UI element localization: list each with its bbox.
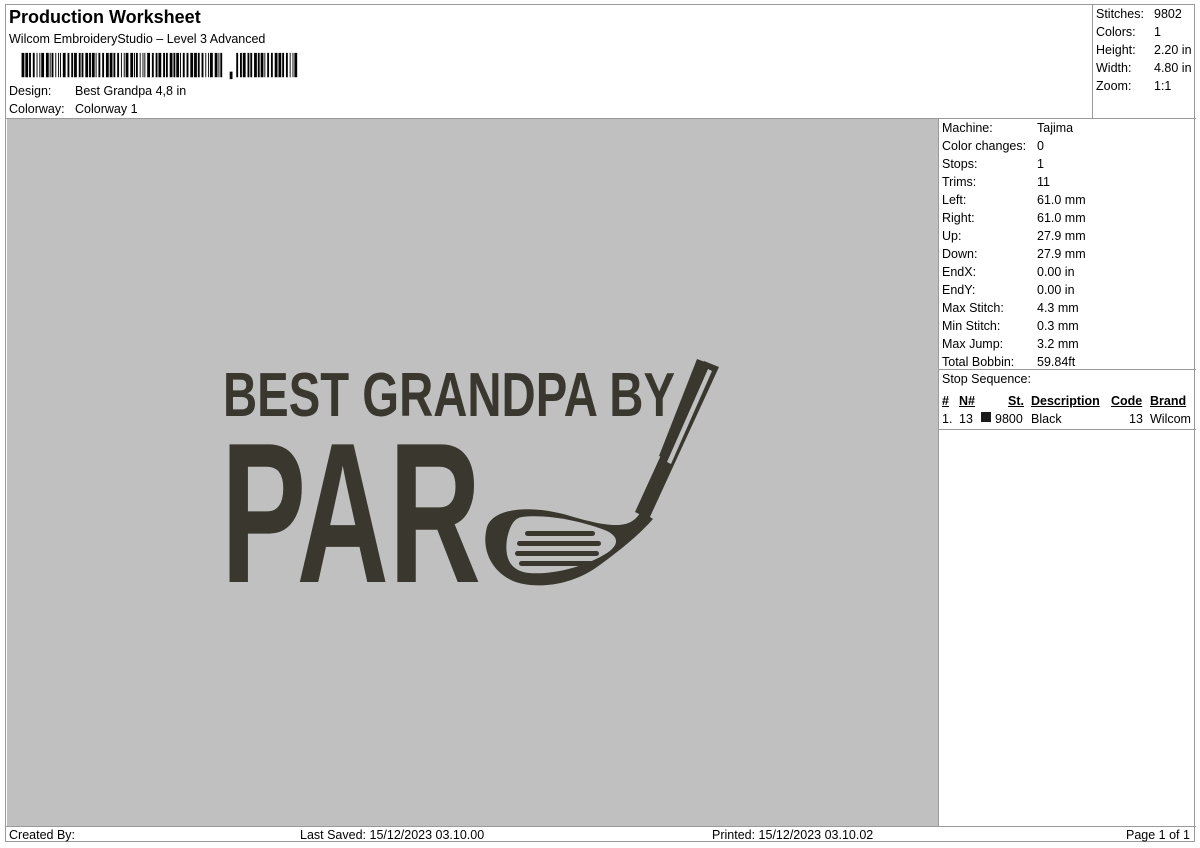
height-row: Height: 2.20 in	[1096, 43, 1192, 57]
colors-label: Colors:	[1096, 25, 1136, 39]
machine-info-row: Min Stitch: 0.3 mm	[942, 319, 1079, 333]
zoom-value: 1:1	[1154, 79, 1172, 93]
machine-info-label: Up:	[942, 229, 962, 243]
machine-info-label: Down:	[942, 247, 978, 261]
stitches-value: 9802	[1154, 7, 1182, 21]
col-code: Code	[1111, 394, 1143, 408]
last-saved: Last Saved: 15/12/2023 03.10.00	[300, 828, 485, 842]
colors-value: 1	[1154, 25, 1161, 39]
width-row: Width: 4.80 in	[1096, 61, 1192, 75]
color-swatch	[981, 412, 991, 422]
machine-info-row: Max Stitch: 4.3 mm	[942, 301, 1079, 315]
machine-info-panel: Machine: Tajima Color changes: 0 Stops: 1 Trim…	[939, 119, 1196, 826]
page-number: Page 1 of 1	[1126, 828, 1190, 842]
embroidery-design: BEST GRANDPA BY PAR	[221, 359, 719, 625]
machine-info-value: 11	[1037, 175, 1050, 189]
design-text-line2: PAR	[221, 402, 481, 625]
stitches-row: Stitches: 9802	[1096, 7, 1182, 21]
machine-info-label: Min Stitch:	[942, 319, 1001, 333]
machine-info-value: 3.2 mm	[1037, 337, 1079, 351]
machine-info-value: 0.00 in	[1037, 283, 1075, 297]
footer-divider	[6, 826, 1196, 827]
zoom-label: Zoom:	[1096, 79, 1132, 93]
width-value: 4.80 in	[1154, 61, 1192, 75]
machine-info-row: Color changes: 0	[942, 139, 1044, 153]
machine-info-value: 4.3 mm	[1037, 301, 1079, 315]
zoom-row: Zoom: 1:1	[1096, 79, 1171, 93]
height-label: Height:	[1096, 43, 1136, 57]
machine-info-label: EndY:	[942, 283, 976, 297]
colorway-value: Colorway 1	[75, 102, 138, 116]
design-preview: BEST GRANDPA BY PAR	[7, 119, 938, 826]
table-separator	[939, 429, 1196, 430]
created-by: Created By:	[9, 828, 76, 842]
col-description: Description	[1031, 394, 1100, 408]
colorway-label: Colorway:	[9, 102, 65, 116]
height-value: 2.20 in	[1154, 43, 1192, 57]
machine-info-row: Left: 61.0 mm	[942, 193, 1086, 207]
software-name: Wilcom EmbroideryStudio – Level 3 Advanc…	[9, 32, 266, 46]
machine-info-row: Right: 61.0 mm	[942, 211, 1086, 225]
machine-info-label: Left:	[942, 193, 967, 207]
machine-info-value: 27.9 mm	[1037, 247, 1086, 261]
machine-info-label: Total Bobbin:	[942, 355, 1015, 369]
stop-row-description: Black	[1031, 412, 1062, 426]
design-value: Best Grandpa 4,8 in	[75, 84, 187, 98]
worksheet-title: Production Worksheet	[9, 7, 201, 27]
machine-info-value: Tajima	[1037, 121, 1074, 135]
col-num: #	[942, 394, 949, 408]
machine-info-row: Trims: 11	[942, 175, 1050, 189]
printed-date: Printed: 15/12/2023 03.10.02	[712, 828, 874, 842]
design-label: Design:	[9, 84, 52, 98]
col-brand: Brand	[1150, 394, 1187, 408]
machine-info-row: Down: 27.9 mm	[942, 247, 1086, 261]
stop-row-brand: Wilcom	[1150, 412, 1191, 426]
design-summary: Stitches: 9802 Colors: 1 Height: 2.20 in Wi…	[1092, 5, 1196, 118]
info-separator	[939, 369, 1196, 370]
machine-info-value: 0.3 mm	[1037, 319, 1079, 333]
stop-row-st: 9800	[995, 412, 1023, 426]
machine-info-label: Color changes:	[942, 139, 1027, 153]
colorway-row: Colorway: Colorway 1	[9, 102, 138, 116]
machine-info-label: Max Stitch:	[942, 301, 1004, 315]
machine-info-row: EndY: 0.00 in	[942, 283, 1075, 297]
machine-info-row: Max Jump: 3.2 mm	[942, 337, 1079, 351]
stop-row-num: 1.	[942, 412, 953, 426]
machine-info-row: EndX: 0.00 in	[942, 265, 1075, 279]
stop-row-n: 13	[959, 412, 973, 426]
machine-info-value: 1	[1037, 157, 1044, 171]
col-st: St.	[1008, 394, 1024, 408]
machine-info-value: 0.00 in	[1037, 265, 1075, 279]
barcode	[21, 52, 298, 80]
machine-info-label: Machine:	[942, 121, 993, 135]
machine-info-value: 27.9 mm	[1037, 229, 1086, 243]
worksheet-header: Production Worksheet Wilcom EmbroiderySt…	[6, 5, 1092, 118]
machine-info-label: Stops:	[942, 157, 978, 171]
design-row: Design: Best Grandpa 4,8 in	[9, 84, 186, 98]
machine-info-row: Stops: 1	[942, 157, 1044, 171]
machine-info-value: 61.0 mm	[1037, 193, 1086, 207]
machine-info-value: 0	[1037, 139, 1044, 153]
width-label: Width:	[1096, 61, 1132, 75]
stop-row-code: 13	[1129, 412, 1143, 426]
col-n: N#	[959, 394, 975, 408]
stop-sequence-title: Stop Sequence:	[942, 372, 1031, 386]
machine-info-label: Trims:	[942, 175, 977, 189]
colors-row: Colors: 1	[1096, 25, 1161, 39]
machine-info-row: Up: 27.9 mm	[942, 229, 1086, 243]
production-worksheet: Production Worksheet Wilcom EmbroiderySt…	[5, 4, 1196, 842]
machine-info-row: Total Bobbin: 59.84ft	[942, 355, 1075, 369]
machine-info-value: 59.84ft	[1037, 355, 1076, 369]
machine-info-value: 61.0 mm	[1037, 211, 1086, 225]
machine-info-label: EndX:	[942, 265, 977, 279]
machine-info-label: Max Jump:	[942, 337, 1004, 351]
machine-info-label: Right:	[942, 211, 975, 225]
machine-info-row: Machine: Tajima	[942, 121, 1073, 135]
stitches-label: Stitches:	[1096, 7, 1144, 21]
